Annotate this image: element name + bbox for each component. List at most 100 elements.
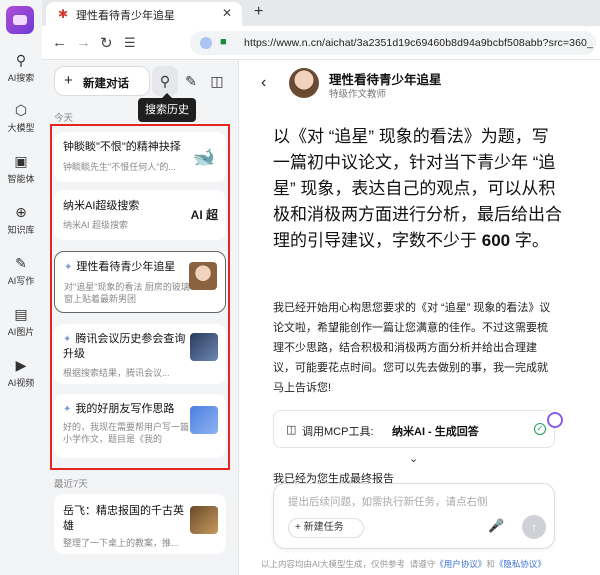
chat-input-box[interactable]: 提出后续问题，如需执行新任务，请点右侧 + 新建任务 🎤 ↑ <box>273 483 555 549</box>
rail-item-video[interactable]: ▶ AI视频 <box>0 357 42 389</box>
forward-arrow-icon[interactable]: → <box>76 34 91 51</box>
disclaimer: 以上内容均由AI大模型生成，仅供参考 请遵守《用户协议》和《隐私协议》 <box>261 558 546 570</box>
cube-icon: ⬡ <box>14 102 28 118</box>
mcp-value: 纳米AI - 生成回答 <box>392 426 479 438</box>
mcp-label: 调用MCP工具: <box>302 426 374 438</box>
video-icon: ▶ <box>15 357 27 373</box>
history-item-title: 我的好朋友写作思路 <box>75 403 175 415</box>
back-arrow-icon[interactable]: ← <box>52 34 67 51</box>
close-icon[interactable]: ✕ <box>222 6 232 20</box>
rail-item-writing[interactable]: ✎ AI写作 <box>0 255 42 287</box>
search-icon: ⚲ <box>15 52 27 68</box>
app-logo[interactable] <box>6 6 34 34</box>
rail-label: 知识库 <box>7 225 35 235</box>
history-item-title: 腾讯会议历史参会查询升级 <box>63 333 186 360</box>
history-item[interactable]: 岳飞：精忠报国的千古英雄 整理了一下桌上的教案，推... <box>54 494 226 554</box>
plus-icon: + <box>64 72 73 89</box>
user-prompt: 以《对 “追星” 现象的看法》为题，写一篇初中议论文，针对当下青少年 “追星” … <box>273 124 563 254</box>
history-item-title: 钟睒睒"不恨"的精神抉择 <box>63 141 181 153</box>
image-icon: ▤ <box>14 306 28 322</box>
assistant-reply: 我已经开始用心构思您要求的《对 “追星” 现象的看法》议论文啦，希望能创作一篇让… <box>273 302 551 394</box>
favicon-icon: ✱ <box>58 7 69 21</box>
check-circle-icon: ✓ <box>534 423 546 435</box>
browser-tab[interactable]: ✱ 理性看待青少年追星 ✕ <box>46 2 242 26</box>
disclaimer-text: 以上内容均由AI大模型生成，仅供参考 <box>261 559 406 569</box>
history-item-title: 岳飞：精忠报国的千古英雄 <box>63 505 184 532</box>
rail-label: 大模型 <box>7 123 35 133</box>
sparkle-icon: ✦ <box>63 334 72 345</box>
bot-subtitle: 特级作文教师 <box>329 89 387 100</box>
rail-item-model[interactable]: ⬡ 大模型 <box>0 102 42 134</box>
disclaimer-text: 请遵守 <box>409 559 436 569</box>
mcp-tool-call[interactable]: ◫ 调用MCP工具: 纳米AI - 生成回答 ✓ <box>273 410 555 448</box>
robot-icon: ▣ <box>14 153 28 169</box>
progress-dot <box>547 412 563 428</box>
history-item[interactable]: ✦ 我的好朋友写作思路 好的，我现在需要帮用户写一篇小学作文，题目是《我的 <box>54 394 226 458</box>
url-field[interactable]: ■ https://www.n.cn/aichat/3a2351d19c6946… <box>190 31 596 55</box>
back-chevron-icon[interactable]: ‹ <box>261 74 266 92</box>
history-item-title: 纳米AI超级搜索 <box>63 200 140 212</box>
avatar <box>289 68 319 98</box>
section-label-today: 今天 <box>54 113 74 124</box>
privacy-link[interactable]: 《隐私协议》 <box>495 559 546 569</box>
sparkle-icon: ✦ <box>63 404 72 415</box>
send-icon[interactable]: ↑ <box>522 515 546 539</box>
chat-history-sidebar: + 新建对话 ⚲ ✎ ◫ 搜索历史 今天 钟睒睒"不恨"的精神抉择 钟睒睒先生"… <box>42 60 238 575</box>
history-item[interactable]: 钟睒睒"不恨"的精神抉择 钟睒睒先生"不恨任何人"的... 🐋 <box>54 132 226 182</box>
browser-tab-bar: ✱ 理性看待青少年追星 ✕ + <box>42 0 600 26</box>
user-agreement-link[interactable]: 《用户协议》 <box>435 559 486 569</box>
search-history-button[interactable]: ⚲ <box>152 66 178 96</box>
url-text: https://www.n.cn/aichat/3a2351d19c69460b… <box>244 37 593 49</box>
thumbnail-image <box>190 333 218 361</box>
new-tab-icon[interactable]: + <box>254 3 263 21</box>
history-item-subtitle: 纳米AI 超级搜索 <box>63 220 129 230</box>
pen-icon: ✎ <box>15 255 27 271</box>
history-item[interactable]: 纳米AI超级搜索 纳米AI 超级搜索 AI 超 <box>54 190 226 240</box>
new-chat-button[interactable]: + 新建对话 <box>54 66 150 96</box>
rail-item-ai-search[interactable]: ⚲ AI搜索 <box>0 52 42 84</box>
rail-label: AI图片 <box>7 327 35 337</box>
search-history-tooltip: 搜索历史 <box>138 93 196 122</box>
history-item-subtitle: 对"追星"现象的看法 厨房的玻璃窗上贴着最新男团 <box>64 282 190 304</box>
input-placeholder: 提出后续问题，如需执行新任务，请点右侧 <box>288 496 488 508</box>
disclaimer-text: 和 <box>486 559 495 569</box>
chat-main: ‹ 理性看待青少年追星 特级作文教师 以《对 “追星” 现象的看法》为题，写一篇… <box>238 60 600 575</box>
history-item-title: 理性看待青少年追星 <box>76 261 176 273</box>
rail-item-image[interactable]: ▤ AI图片 <box>0 306 42 338</box>
tool-icon: ◫ <box>286 424 297 436</box>
shield-icon <box>200 37 212 49</box>
rail-item-agent[interactable]: ▣ 智能体 <box>0 153 42 185</box>
history-item-subtitle: 整理了一下桌上的教案，推... <box>63 538 179 548</box>
history-item-subtitle: 好的，我现在需要帮用户写一篇小学作文，题目是《我的 <box>63 422 190 444</box>
rail-label: AI搜索 <box>7 73 35 83</box>
prompt-number: 600 <box>481 231 511 250</box>
rail-label: 智能体 <box>7 174 35 184</box>
thumbnail-image <box>190 506 218 534</box>
reload-icon[interactable]: ↻ <box>100 34 113 52</box>
rail-item-knowledge[interactable]: ⊕ 知识库 <box>0 204 42 236</box>
new-task-button[interactable]: + 新建任务 <box>288 518 364 538</box>
search-icon: ⚲ <box>159 73 171 89</box>
tab-search-icon[interactable]: ☰ <box>124 35 136 51</box>
sparkle-icon: ✦ <box>64 262 73 273</box>
left-rail: ⚲ AI搜索 ⬡ 大模型 ▣ 智能体 ⊕ 知识库 ✎ AI写作 ▤ AI图片 ▶… <box>0 0 42 575</box>
tab-title: 理性看待青少年追星 <box>76 10 175 22</box>
prompt-text-end: 字。 <box>510 231 549 250</box>
history-item-subtitle: 钟睒睒先生"不恨任何人"的... <box>63 162 176 172</box>
whale-icon: 🐋 <box>192 147 216 167</box>
section-label-week: 最近7天 <box>54 479 88 490</box>
rail-label: AI写作 <box>7 276 35 286</box>
lock-icon: ■ <box>220 36 227 48</box>
edit-icon[interactable]: ✎ <box>180 70 202 92</box>
rail-label: AI视频 <box>7 378 35 388</box>
browser-address-bar: ← → ↻ ☰ ■ https://www.n.cn/aichat/3a2351… <box>42 26 600 60</box>
knowledge-icon: ⊕ <box>15 204 27 220</box>
avatar-thumbnail <box>189 262 217 290</box>
microphone-icon[interactable]: 🎤 <box>488 518 504 534</box>
thumbnail-text: AI 超 <box>190 208 218 222</box>
history-item-active[interactable]: ✦ 理性看待青少年追星 对"追星"现象的看法 厨房的玻璃窗上贴着最新男团 <box>54 251 226 313</box>
chevron-down-icon[interactable]: ⌄ <box>409 452 418 465</box>
history-item-subtitle: 根据搜索结果，腾讯会议... <box>63 368 170 378</box>
history-item[interactable]: ✦ 腾讯会议历史参会查询升级 根据搜索结果，腾讯会议... <box>54 324 226 384</box>
collapse-sidebar-icon[interactable]: ◫ <box>206 70 228 92</box>
